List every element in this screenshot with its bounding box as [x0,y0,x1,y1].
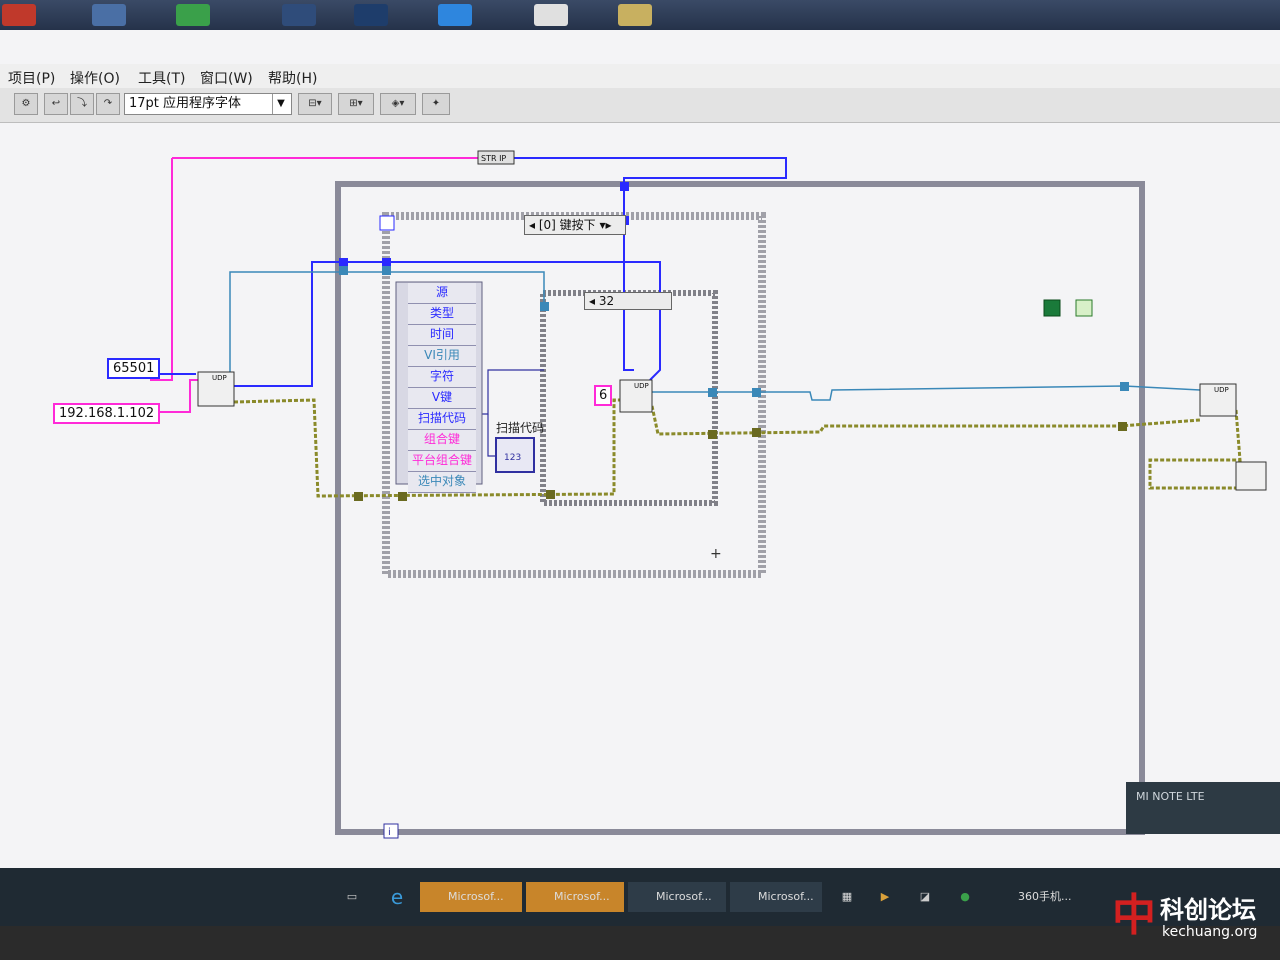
tunnel [1120,382,1129,391]
tunnel [354,492,363,501]
error-wire [650,405,1201,436]
event-data-item[interactable]: 字符 [408,367,476,388]
event-data-item[interactable]: 源 [408,283,476,304]
event-selector[interactable]: ◂ [0] 键按下 ▾▸ [524,215,626,235]
tunnel [398,492,407,501]
tunnel [339,266,348,275]
str-ip-label: STR IP [481,154,506,163]
tunnel [382,258,391,267]
loop-iteration-terminal [383,823,399,839]
search-icon[interactable] [12,882,34,912]
scancode-indicator-label: 扫描代码 [496,421,545,435]
event-timeout-icon [379,215,395,231]
event-data-list: 源 类型 时间 VI引用 字符 V键 扫描代码 组合键 平台组合键 选中对象 [408,283,476,493]
event-data-item[interactable]: 扫描代码 [408,409,476,430]
udp-close-label: UDP [1214,386,1229,394]
scancode-wire [482,369,544,415]
task-view-icon[interactable]: ▭ [340,882,364,912]
chat-app-icon[interactable]: ● [954,882,976,912]
taskbar-app-button[interactable]: Microsof... [526,882,624,912]
block-diagram: STR IP + i UDP UDP UDP 123 [150,150,1267,839]
watermark-url: kechuang.org [1162,924,1258,940]
taskbar-app-button[interactable]: Microsof... [730,882,822,912]
tunnel [708,388,717,397]
edge-browser-icon[interactable]: e [384,882,410,912]
event-data-item[interactable]: 类型 [408,304,476,325]
tunnel [540,302,549,311]
ip-constant[interactable]: 192.168.1.102 [53,403,161,424]
udp-open-label: UDP [212,374,227,382]
media-player-icon[interactable]: ▶ [874,882,896,912]
boolean-constant [1043,299,1061,317]
event-data-item[interactable]: 时间 [408,325,476,346]
pink-wire [150,158,173,381]
event-data-item[interactable]: V键 [408,388,476,409]
while-loop-frame [335,181,1145,835]
tunnel [708,430,717,439]
tunnel [546,490,555,499]
watermark-title: 科创论坛 [1160,896,1256,924]
event-data-item[interactable]: 组合键 [408,430,476,451]
tunnel [382,266,391,275]
event-data-item[interactable]: VI引用 [408,346,476,367]
taskbar: ▭ e Microsof... Microsof... Microsof... … [0,868,1280,926]
tunnel [620,182,629,191]
forum-watermark: 中 科创论坛 kechuang.org [1112,886,1280,950]
port-constant[interactable]: 65501 [107,358,161,379]
case-selector-value: 32 [598,294,615,308]
indicator-value: 123 [504,453,521,463]
teal-wire [650,385,1201,401]
cursor-crosshair-icon: + [710,546,722,562]
tunnel [752,388,761,397]
taskbar-app-button[interactable]: 360手机... [990,882,1082,912]
device-notification[interactable]: MI NOTE LTE [1126,782,1280,834]
event-data-item[interactable]: 平台组合键 [408,451,476,472]
stop-terminal [1075,299,1093,317]
case-constant[interactable]: 6 [594,385,613,406]
tunnel [752,428,761,437]
loop-index-label: i [388,827,391,838]
udp-write-label: UDP [634,382,649,390]
app-icon[interactable]: ◪ [914,882,936,912]
forum-logo-icon: 中 [1112,890,1156,941]
taskbar-app-button[interactable]: Microsof... [628,882,726,912]
tunnel [1118,422,1127,431]
event-data-item[interactable]: 选中对象 [408,472,476,493]
taskbar-app-button[interactable]: Microsof... [420,882,522,912]
store-icon[interactable]: ▦ [836,882,858,912]
event-selector-value: [0] 键按下 [538,218,596,232]
case-selector[interactable]: ◂ 32 [584,292,672,310]
notification-title: MI NOTE LTE [1136,790,1205,803]
error-handler-node [1235,461,1267,491]
tunnel [339,258,348,267]
